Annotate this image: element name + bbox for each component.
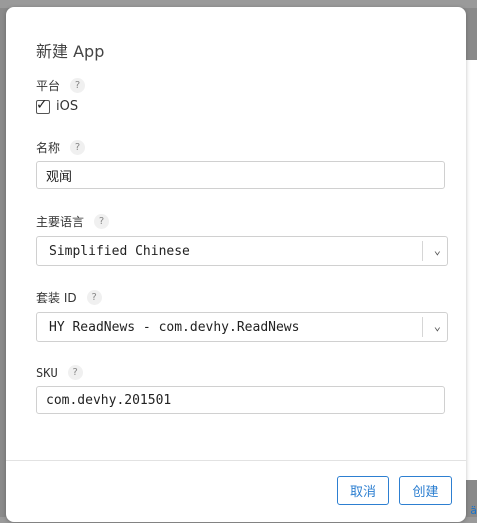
chevron-down-icon: ⌄ (433, 319, 441, 333)
dialog-title: 新建 App (36, 42, 105, 61)
backdrop-link[interactable]: ä (470, 504, 477, 517)
bundle-id-help-icon[interactable]: ? (86, 290, 102, 305)
sku-label-row: SKU ? (36, 365, 83, 380)
footer-divider (6, 460, 466, 461)
name-help-icon[interactable]: ? (70, 140, 86, 155)
select-separator (422, 241, 423, 261)
bundle-id-select[interactable]: HY ReadNews - com.devhy.ReadNews ⌄ (36, 312, 448, 342)
name-label: 名称 (36, 141, 61, 155)
primary-language-select[interactable]: Simplified Chinese ⌄ (36, 236, 448, 266)
platform-help-icon[interactable]: ? (70, 78, 86, 93)
platform-label-row: 平台 ? (36, 77, 86, 94)
ios-checkbox-label: iOS (56, 99, 79, 114)
chevron-down-icon: ⌄ (433, 243, 441, 257)
bundle-id-label: 套装 ID (36, 291, 77, 305)
sku-label: SKU (36, 365, 58, 380)
name-input[interactable]: 观闻 (36, 161, 445, 189)
sku-input-value: com.devhy.201501 (46, 392, 172, 408)
ios-checkbox-row[interactable]: ✓ iOS (36, 96, 79, 114)
checkmark-icon: ✓ (36, 96, 48, 113)
primary-language-label: 主要语言 (36, 215, 85, 229)
primary-language-selected: Simplified Chinese (49, 243, 190, 259)
sku-input[interactable]: com.devhy.201501 (36, 386, 445, 414)
new-app-dialog: 新建 App 平台 ? ✓ iOS 名称 ? 观闻 主要语言 ? Simplif… (6, 7, 466, 522)
primary-language-label-row: 主要语言 ? (36, 213, 110, 230)
platform-label: 平台 (36, 79, 61, 93)
sku-help-icon[interactable]: ? (67, 365, 83, 380)
name-label-row: 名称 ? (36, 139, 86, 156)
bundle-id-label-row: 套装 ID ? (36, 289, 102, 306)
cancel-button[interactable]: 取消 (337, 476, 389, 505)
bundle-id-selected: HY ReadNews - com.devhy.ReadNews (49, 319, 300, 335)
primary-language-help-icon[interactable]: ? (94, 214, 110, 229)
backdrop-panel (465, 60, 477, 480)
select-separator (422, 317, 423, 337)
name-input-value: 观闻 (46, 169, 73, 185)
create-button[interactable]: 创建 (399, 476, 452, 505)
ios-checkbox[interactable]: ✓ (36, 96, 50, 114)
